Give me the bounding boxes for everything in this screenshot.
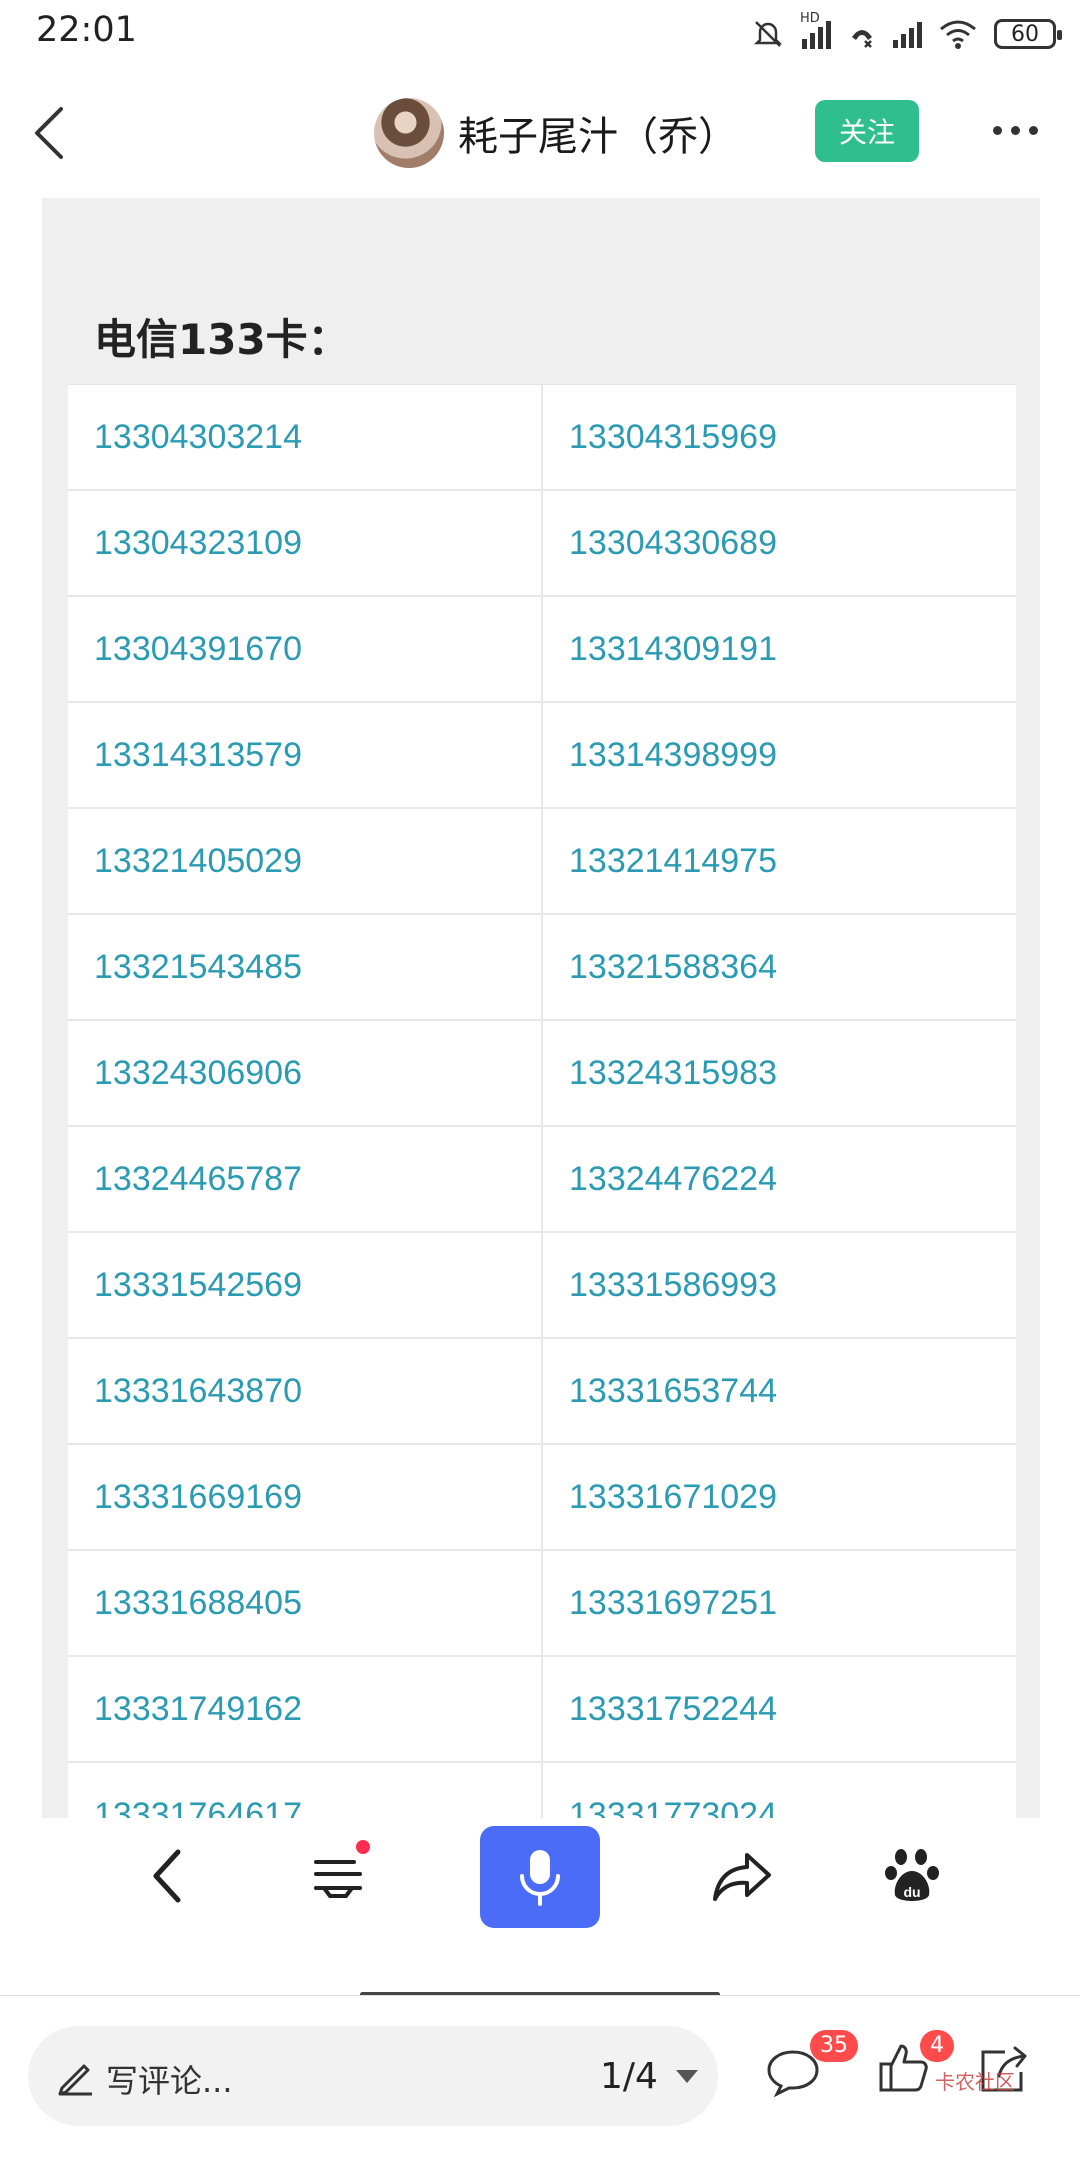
table-row: 13331764617 13331773024 bbox=[68, 1763, 1016, 1818]
number-link[interactable]: 13321414975 bbox=[541, 809, 1016, 913]
share-icon bbox=[713, 1853, 771, 1901]
number-link[interactable]: 13324306906 bbox=[68, 1021, 541, 1125]
like-count-badge: 4 bbox=[920, 2030, 954, 2062]
watermark: 卡农社区 bbox=[935, 2070, 1015, 2094]
table-row: 13331643870 13331653744 bbox=[68, 1339, 1016, 1445]
avatar[interactable] bbox=[374, 98, 444, 168]
table-row: 13331749162 13331752244 bbox=[68, 1657, 1016, 1763]
more-dots-icon bbox=[992, 125, 1002, 135]
number-link[interactable]: 13331653744 bbox=[541, 1339, 1016, 1443]
number-link[interactable]: 13304315969 bbox=[541, 385, 1016, 489]
notification-dot bbox=[356, 1840, 370, 1854]
menu-icon bbox=[314, 1860, 362, 1898]
post-header: 耗子尾汁（乔） 关注 bbox=[0, 78, 1080, 188]
comment-input[interactable]: 写评论... 1/4 bbox=[28, 2026, 718, 2126]
battery-icon: 60 bbox=[994, 19, 1062, 49]
number-table: 13304303214 13304315969 13304323109 133043… bbox=[68, 384, 1016, 1818]
number-link[interactable]: 13331749162 bbox=[68, 1657, 541, 1761]
page-indicator[interactable]: 1/4 bbox=[600, 2056, 658, 2097]
follow-button[interactable]: 关注 bbox=[815, 100, 919, 162]
table-row: 13331688405 13331697251 bbox=[68, 1551, 1016, 1657]
baidu-button[interactable]: du bbox=[872, 1836, 952, 1916]
pencil-icon bbox=[58, 2064, 92, 2096]
baidu-icon: du bbox=[885, 1849, 939, 1901]
table-row: 13314313579 13314398999 bbox=[68, 703, 1016, 809]
caret-down-icon[interactable] bbox=[676, 2070, 698, 2083]
table-row: 13324465787 13324476224 bbox=[68, 1127, 1016, 1233]
wifi-icon bbox=[940, 20, 976, 49]
comment-placeholder: 写评论... bbox=[106, 2062, 233, 2100]
number-link[interactable]: 13304391670 bbox=[68, 597, 541, 701]
table-row: 13304303214 13304315969 bbox=[68, 385, 1016, 491]
nav-back-button[interactable] bbox=[126, 1836, 206, 1916]
table-row: 13324306906 13324315983 bbox=[68, 1021, 1016, 1127]
number-link[interactable]: 13304303214 bbox=[68, 385, 541, 489]
number-link[interactable]: 13331586993 bbox=[541, 1233, 1016, 1337]
battery-level: 60 bbox=[1011, 21, 1039, 47]
number-link[interactable]: 13304330689 bbox=[541, 491, 1016, 595]
back-button[interactable] bbox=[18, 100, 78, 166]
share-button[interactable] bbox=[702, 1836, 782, 1916]
signal-icon-2 bbox=[893, 20, 922, 48]
bottom-toolbar: du bbox=[0, 1818, 1080, 1928]
number-link[interactable]: 13314309191 bbox=[541, 597, 1016, 701]
number-link[interactable]: 13331773024 bbox=[541, 1763, 1016, 1818]
number-link[interactable]: 13331643870 bbox=[68, 1339, 541, 1443]
number-link[interactable]: 13321405029 bbox=[68, 809, 541, 913]
voice-search-button[interactable] bbox=[480, 1826, 600, 1928]
menu-button[interactable] bbox=[298, 1836, 378, 1916]
number-link[interactable]: 13331542569 bbox=[68, 1233, 541, 1337]
call-disabled-icon bbox=[852, 30, 872, 48]
number-link[interactable]: 13331669169 bbox=[68, 1445, 541, 1549]
table-row: 13304323109 13304330689 bbox=[68, 491, 1016, 597]
status-icons: HD 60 bbox=[750, 11, 1062, 56]
table-row: 13331542569 13331586993 bbox=[68, 1233, 1016, 1339]
chevron-left-icon bbox=[35, 107, 63, 159]
post-content: 电信133卡： 13304303214 13304315969 133043231… bbox=[42, 198, 1040, 1818]
number-link[interactable]: 13321588364 bbox=[541, 915, 1016, 1019]
table-row: 13321543485 13321588364 bbox=[68, 915, 1016, 1021]
signal-icon: HD bbox=[800, 11, 831, 49]
comment-count-badge: 35 bbox=[810, 2030, 858, 2062]
section-title: 电信133卡： bbox=[94, 315, 350, 364]
table-row: 13304391670 13314309191 bbox=[68, 597, 1016, 703]
number-link[interactable]: 13331764617 bbox=[68, 1763, 541, 1819]
network-type: HD bbox=[800, 11, 820, 26]
table-row: 13321405029 13321414975 bbox=[68, 809, 1016, 915]
more-options-button[interactable] bbox=[980, 110, 1050, 150]
table-row: 13331669169 13331671029 bbox=[68, 1445, 1016, 1551]
back-icon bbox=[153, 1849, 181, 1903]
number-link[interactable]: 13321543485 bbox=[68, 915, 541, 1019]
status-time: 22:01 bbox=[36, 10, 137, 50]
mute-icon bbox=[753, 21, 783, 47]
number-link[interactable]: 13324476224 bbox=[541, 1127, 1016, 1231]
number-link[interactable]: 13324465787 bbox=[68, 1127, 541, 1231]
number-link[interactable]: 13331671029 bbox=[541, 1445, 1016, 1549]
number-link[interactable]: 13314313579 bbox=[68, 703, 541, 807]
svg-text:du: du bbox=[903, 1884, 920, 1900]
status-bar: 22:01 HD 60 bbox=[0, 0, 1080, 70]
number-link[interactable]: 13304323109 bbox=[68, 491, 541, 595]
author-name[interactable]: 耗子尾汁（乔） bbox=[458, 104, 738, 162]
comment-bar: 写评论... 1/4 35 4 卡农社区 bbox=[0, 1995, 1080, 2161]
number-link[interactable]: 13314398999 bbox=[541, 703, 1016, 807]
number-link[interactable]: 13331688405 bbox=[68, 1551, 541, 1655]
number-link[interactable]: 13331752244 bbox=[541, 1657, 1016, 1761]
microphone-icon bbox=[520, 1850, 560, 1906]
number-link[interactable]: 13331697251 bbox=[541, 1551, 1016, 1655]
number-link[interactable]: 13324315983 bbox=[541, 1021, 1016, 1125]
